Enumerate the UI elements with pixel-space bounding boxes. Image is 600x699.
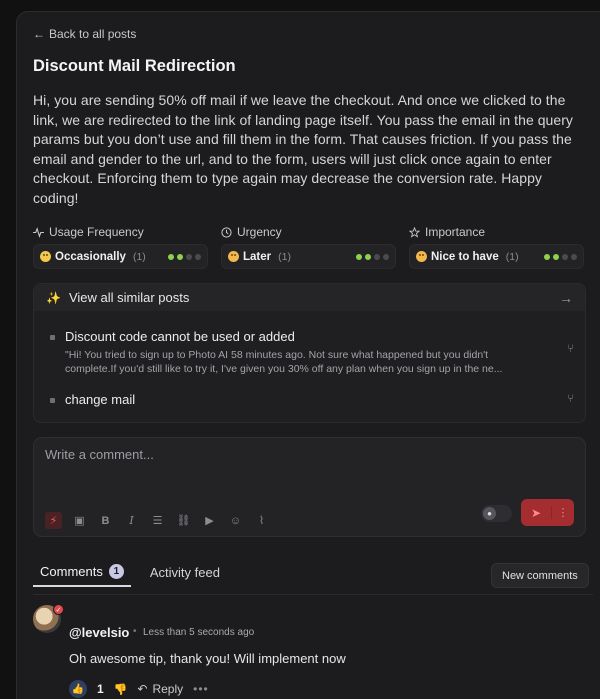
back-link-label: Back to all posts [49, 27, 137, 41]
level-dot [186, 253, 192, 260]
meta-value: Nice to have [431, 250, 499, 263]
clock-icon [221, 226, 232, 238]
level-dot [177, 253, 183, 260]
post-title: Discount Mail Redirection [33, 57, 236, 75]
meta-count: (1) [132, 250, 146, 263]
similar-posts-card: ✨ View all similar posts → Discount code… [33, 283, 586, 423]
level-dot [195, 253, 201, 260]
urgency-selector[interactable]: Later (1) [221, 244, 396, 269]
usage-frequency-selector[interactable]: Occasionally (1) [33, 244, 208, 269]
pulse-icon [33, 226, 44, 238]
level-dot [356, 253, 362, 260]
meta-usage-frequency: Usage Frequency Occasionally (1) [33, 224, 208, 269]
level-dot [571, 253, 577, 260]
reply-label: Reply [152, 682, 184, 696]
composer-toolbar: ⚡ ▣ B I ☰ ⛓ ▶ ☺ ⌇ [45, 512, 270, 529]
level-dots [356, 253, 389, 260]
meta-label-text: Usage Frequency [49, 225, 144, 239]
bullet-icon [50, 335, 55, 340]
slight-smile-emoji-icon [40, 251, 51, 262]
comment-text: Oh awesome tip, thank you! Will implemen… [69, 651, 346, 666]
star-icon [409, 226, 420, 238]
comments-count-badge: 1 [108, 564, 124, 579]
attachment-icon[interactable]: ⌇ [253, 512, 270, 529]
tab-activity-feed[interactable]: Activity feed [143, 565, 227, 586]
private-comment-toggle[interactable]: ● [481, 505, 512, 522]
tab-label: Comments [40, 564, 103, 579]
meta-count: (1) [278, 250, 291, 263]
comment-author[interactable]: @levelsio [69, 625, 129, 640]
arrow-right-icon: → [559, 289, 573, 306]
level-dot [544, 253, 550, 260]
level-dot [383, 253, 389, 260]
like-count: 1 [97, 682, 104, 696]
level-dots [544, 253, 577, 260]
level-dot [374, 253, 380, 260]
tab-label: Activity feed [149, 565, 220, 580]
bullet-icon [50, 398, 55, 403]
level-dot [562, 253, 568, 260]
similar-post-item[interactable]: change mail ⑂ [50, 392, 580, 407]
comment-tabs: Comments 1 Activity feed [33, 564, 227, 587]
reply-icon: ↶ [137, 682, 148, 696]
meta-value: Occasionally [55, 250, 126, 263]
post-panel: ← Back to all posts Discount Mail Redire… [16, 11, 600, 699]
emoji-icon[interactable]: ☺ [227, 512, 244, 529]
merge-icon[interactable]: ⑂ [567, 393, 574, 405]
separator-dot: • [133, 626, 137, 637]
submit-comment-button[interactable]: ➤ ⋮ [521, 499, 574, 526]
send-icon: ➤ [530, 505, 542, 520]
level-dot [553, 253, 559, 260]
thumbs-up-icon[interactable]: 👍 [69, 680, 87, 698]
more-actions-icon[interactable]: ••• [193, 682, 209, 696]
verified-badge-icon: ✓ [53, 604, 64, 615]
divider [33, 594, 593, 595]
meta-urgency: Urgency Later (1) [221, 224, 396, 269]
level-dot [168, 253, 174, 260]
lightning-icon[interactable]: ⚡ [45, 512, 62, 529]
level-dot [365, 253, 371, 260]
back-link[interactable]: ← Back to all posts [33, 27, 136, 41]
eye-icon: ● [483, 507, 496, 520]
similar-header-label: View all similar posts [68, 290, 190, 305]
list-icon[interactable]: ☰ [149, 512, 166, 529]
comment-composer[interactable]: Write a comment... ⚡ ▣ B I ☰ ⛓ ▶ ☺ ⌇ ● ➤… [33, 437, 586, 537]
meta-label-text: Urgency [237, 225, 282, 239]
meta-value: Later [243, 250, 272, 263]
post-meta-row: Usage Frequency Occasionally (1) Urgency… [33, 224, 586, 269]
more-options-icon[interactable]: ⋮ [551, 506, 574, 519]
video-icon[interactable]: ▶ [201, 512, 218, 529]
view-similar-posts-button[interactable]: ✨ View all similar posts → [34, 284, 585, 311]
comment-timestamp: Less than 5 seconds ago [143, 627, 255, 638]
new-comments-button[interactable]: New comments [491, 563, 589, 588]
worried-emoji-icon [416, 251, 427, 262]
thumbs-down-icon[interactable]: 👎 [114, 683, 128, 696]
sleepy-emoji-icon [228, 251, 239, 262]
comment-input[interactable]: Write a comment... [45, 447, 154, 462]
comment-actions: 👍 1 👎 ↶ Reply ••• [69, 680, 209, 698]
italic-icon[interactable]: I [123, 512, 140, 529]
meta-importance: Importance Nice to have (1) [409, 224, 584, 269]
similar-post-item[interactable]: Discount code cannot be used or added "H… [50, 329, 580, 376]
arrow-left-icon: ← [33, 27, 45, 41]
image-icon[interactable]: ▣ [71, 512, 88, 529]
importance-selector[interactable]: Nice to have (1) [409, 244, 584, 269]
sparkles-icon: ✨ [46, 290, 61, 305]
meta-count: (1) [505, 250, 519, 263]
similar-post-title: change mail [65, 392, 136, 407]
meta-label-text: Importance [425, 225, 486, 239]
link-icon[interactable]: ⛓ [175, 512, 192, 529]
post-body: Hi, you are sending 50% off mail if we l… [33, 92, 573, 206]
merge-icon[interactable]: ⑂ [567, 343, 574, 355]
similar-post-desc: "Hi! You tried to sign up to Photo AI 58… [65, 349, 503, 375]
tab-comments[interactable]: Comments 1 [33, 564, 131, 587]
level-dots [168, 253, 201, 260]
bold-icon[interactable]: B [97, 512, 114, 529]
reply-button[interactable]: ↶ Reply [137, 682, 183, 696]
similar-post-title: Discount code cannot be used or added [65, 329, 295, 344]
